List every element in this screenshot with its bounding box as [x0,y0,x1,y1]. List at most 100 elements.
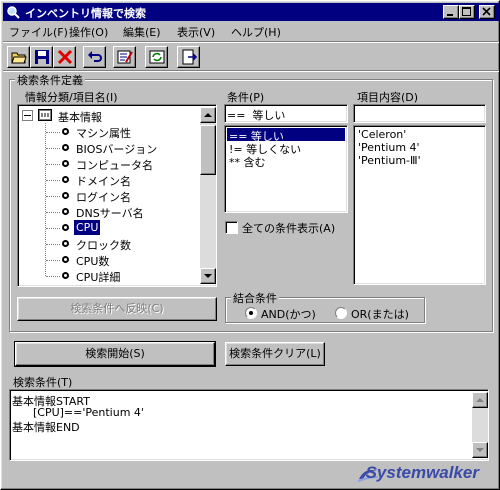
open-folder-icon [11,52,27,64]
menu-view[interactable]: 表示(V) [177,24,215,40]
systemwalker-logo: Systemwalker [365,463,479,482]
undo-button[interactable] [83,46,106,68]
field-icon [62,144,69,151]
delete-button[interactable] [53,46,76,68]
scroll-down-button[interactable] [472,442,488,458]
tree-branch-tick [46,164,60,165]
minimize-button[interactable] [443,5,459,19]
category-tree[interactable]: 基本情報 マシン属性 BIOSバージョン コンピュータ名 ドメイン名 ログイン名 [17,104,217,287]
save-icon [35,50,49,64]
condition-field[interactable]: == 等しい [224,104,348,123]
menu-operation[interactable]: 操作(O) [69,24,108,40]
field-icon [62,176,69,183]
info-category-icon [38,109,52,121]
refresh-button[interactable] [145,46,168,68]
field-icon [62,160,69,167]
collapse-icon[interactable] [22,110,33,121]
tree-item-label: クロック数 [76,239,131,252]
tree-branch-line [45,123,46,276]
search-definition-title: 検索条件定義 [15,72,85,88]
export-button[interactable] [177,46,200,68]
menu-bar: ファイル(F) 操作(O) 編集(E) 表示(V) ヘルプ(H) [3,22,499,40]
tree-item-label: ログイン名 [76,191,131,204]
app-search-icon [6,5,20,19]
tree-item-label: CPU詳細 [76,271,121,284]
undo-icon [88,51,102,62]
condition-header: 条件(P) [227,91,265,104]
tree-branch-tick [46,228,60,229]
field-icon [62,208,69,215]
tree-item-label: DNSサーバ名 [76,207,144,220]
save-button[interactable] [30,46,53,68]
export-icon [182,49,197,65]
window-title: インベントリ情報で検索 [25,7,146,20]
show-all-checkbox[interactable] [225,221,238,234]
tree-root-label: 基本情報 [58,111,102,124]
close-button[interactable] [479,5,495,19]
tree-branch-tick [46,244,60,245]
tree-scrollbar[interactable] [200,107,216,284]
condition-line: [CPU]=='Pentium 4' [12,406,144,419]
scroll-up-button[interactable] [472,392,488,408]
field-icon [62,240,69,247]
menu-help[interactable]: ヘルプ(H) [231,24,281,40]
condition-value: == 等しい [227,109,286,122]
scroll-up-button[interactable] [200,107,216,123]
condition-line: 基本情報END [12,421,80,434]
tree-branch-tick [46,196,60,197]
or-label[interactable]: OR(または) [351,306,409,322]
tree-item-label: コンピュータ名 [76,159,153,172]
scroll-thumb[interactable] [200,125,216,175]
delete-icon [57,49,73,65]
item-content-header: 項目内容(D) [357,91,419,104]
tree-branch-tick [46,276,60,277]
reflect-condition-button[interactable]: 検索条件へ反映(C) [17,297,217,321]
start-search-button[interactable]: 検索開始(S) [14,341,216,367]
tree-branch-tick [46,260,60,261]
title-bar[interactable]: インベントリ情報で検索 [3,3,499,21]
field-icon [62,272,69,279]
search-condition-label: 検索条件(T) [13,376,73,389]
list-item[interactable]: 'Celeron' [356,128,406,141]
list-item[interactable]: 'Pentium-Ⅲ' [356,154,421,167]
menu-edit[interactable]: 編集(E) [123,24,161,40]
edit-condition-button[interactable] [113,46,136,68]
tree-item-label: ドメイン名 [76,175,131,188]
menu-file[interactable]: ファイル(F) [9,24,68,40]
clear-condition-button[interactable]: 検索条件クリア(L) [225,342,325,366]
field-icon [62,256,69,263]
tree-branch-tick [46,180,60,181]
tree-item-label: マシン属性 [76,127,131,140]
condition-scrollbar[interactable] [472,392,488,458]
main-window: インベントリ情報で検索 ファイル(F) 操作(O) 編集(E) 表示(V) ヘル… [0,0,500,490]
tree-item-label: CPU数 [76,255,110,268]
field-icon [62,128,69,135]
list-item[interactable]: != 等しくない [227,141,301,156]
and-radio[interactable] [245,307,257,319]
edit-condition-icon [117,50,133,64]
tree-item-label: BIOSバージョン [76,143,158,156]
combine-title: 結合条件 [231,290,279,306]
maximize-button[interactable] [459,5,475,19]
tree-branch-tick [46,132,60,133]
field-icon [62,224,69,231]
show-all-label[interactable]: 全ての条件表示(A) [242,220,335,236]
refresh-icon [149,50,165,64]
tree-branch-tick [46,212,60,213]
list-item-selected[interactable]: == 等しい [227,128,345,143]
menu-separator [3,41,499,43]
toolbar [3,44,499,70]
item-content-field[interactable] [353,104,486,123]
item-content-list[interactable]: 'Celeron' 'Pentium 4' 'Pentium-Ⅲ' [353,125,486,285]
condition-list[interactable]: == 等しい != 等しくない ** 含む [224,125,348,213]
and-label[interactable]: AND(かつ) [261,306,316,322]
list-item[interactable]: ** 含む [227,154,266,169]
scroll-down-button[interactable] [200,268,216,284]
field-icon [62,192,69,199]
open-button[interactable] [7,46,30,68]
search-condition-textbox[interactable]: 基本情報START [CPU]=='Pentium 4' 基本情報END [9,389,489,461]
tree-header: 情報分類/項目名(I) [25,91,118,104]
or-radio[interactable] [335,307,347,319]
tree-item-label: CPU [74,220,101,235]
list-item[interactable]: 'Pentium 4' [356,141,420,154]
